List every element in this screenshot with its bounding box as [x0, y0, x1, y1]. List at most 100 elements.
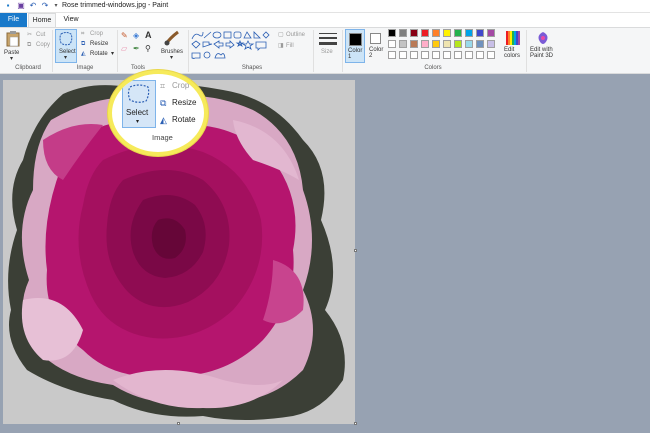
pencil-icon[interactable]: ✎ [121, 32, 128, 40]
copy-icon[interactable]: ⧉ [27, 41, 31, 49]
palette-swatch[interactable] [388, 40, 396, 48]
palette-swatch[interactable] [432, 29, 440, 37]
magnifier-icon[interactable]: ⚲ [145, 45, 151, 53]
palette-swatch[interactable] [465, 40, 473, 48]
crop-icon[interactable]: ⌗ [81, 30, 84, 38]
color-picker-icon[interactable]: ✒ [133, 45, 140, 53]
palette-swatch[interactable] [421, 29, 429, 37]
cut-label[interactable]: Cut [36, 31, 45, 39]
palette-swatch[interactable] [487, 29, 495, 37]
palette-swatch[interactable] [421, 40, 429, 48]
palette-swatch[interactable] [399, 40, 407, 48]
divider [52, 30, 53, 72]
palette-swatch[interactable] [399, 29, 407, 37]
palette-swatch[interactable] [465, 51, 473, 59]
fill-shape-icon: ◨ [278, 43, 284, 49]
palette-swatch[interactable] [388, 51, 396, 59]
select-icon [127, 84, 150, 103]
shapes-gallery[interactable] [191, 31, 275, 59]
divider [342, 30, 343, 72]
undo-icon[interactable]: ↶ [28, 1, 38, 11]
palette-swatch[interactable] [399, 51, 407, 59]
select-label: Select [59, 49, 76, 55]
eraser-icon[interactable]: ▱ [121, 45, 127, 53]
palette-swatch[interactable] [454, 51, 462, 59]
chevron-down-icon: ▾ [10, 56, 14, 62]
paint-app-icon: ▪ [6, 1, 10, 10]
select-label-zoomed: Select [126, 108, 149, 117]
palette-swatch[interactable] [432, 51, 440, 59]
edit-with-paint3d-label: Edit with Paint 3D [530, 47, 554, 59]
palette-swatch[interactable] [476, 29, 484, 37]
rotate-label[interactable]: Rotate [90, 50, 108, 58]
brushes-button[interactable]: Brushes ▾ [160, 29, 186, 63]
ribbon-tabs: File Home View [0, 13, 650, 27]
resize-label-zoomed: Resize [172, 98, 197, 107]
color2-button[interactable]: Color 2 [367, 29, 385, 63]
chevron-down-icon[interactable]: ▾ [111, 50, 114, 58]
zoom-callout: Select ▾ ⌗ Crop ⧉ Resize ◭ Rotate Image [108, 70, 208, 156]
tab-view[interactable]: View [58, 13, 84, 27]
palette-swatch[interactable] [454, 40, 462, 48]
outline-icon: ▢ [278, 32, 284, 38]
rotate-label-zoomed: Rotate [172, 115, 196, 124]
rotate-icon[interactable]: ◭ [81, 50, 86, 58]
text-icon[interactable]: A [145, 31, 152, 40]
edit-with-paint3d-button[interactable]: Edit with Paint 3D [529, 29, 557, 63]
resize-icon[interactable]: ⧉ [81, 40, 85, 48]
resize-handle[interactable] [354, 249, 357, 252]
clipboard-group-label: Clipboard [15, 65, 41, 71]
resize-handle[interactable] [354, 422, 357, 425]
palette-swatch[interactable] [476, 40, 484, 48]
palette-swatch[interactable] [410, 29, 418, 37]
resize-handle[interactable] [177, 422, 180, 425]
palette-swatch[interactable] [465, 29, 473, 37]
fill-icon[interactable]: ◈ [133, 32, 139, 40]
palette-swatch[interactable] [487, 51, 495, 59]
palette-swatch[interactable] [443, 40, 451, 48]
resize-icon: ⧉ [160, 98, 167, 108]
crop-icon: ⌗ [160, 81, 166, 91]
image-group-label: Image [76, 65, 94, 71]
crop-label[interactable]: Crop [90, 30, 103, 38]
palette-swatch[interactable] [454, 29, 462, 37]
resize-label[interactable]: Resize [90, 40, 108, 48]
select-icon [59, 32, 73, 46]
crop-label-zoomed: Crop [172, 81, 190, 90]
color-palette[interactable] [388, 29, 500, 62]
save-icon[interactable]: ▣ [16, 1, 26, 11]
palette-swatch[interactable] [421, 51, 429, 59]
paint3d-icon [538, 32, 548, 44]
tools-group-label: Tools [130, 65, 145, 71]
rainbow-icon [506, 31, 520, 45]
fill-label[interactable]: Fill [286, 42, 294, 50]
select-button-zoomed: Select ▾ [122, 80, 156, 128]
palette-swatch[interactable] [443, 29, 451, 37]
palette-swatch[interactable] [443, 51, 451, 59]
palette-swatch[interactable] [476, 51, 484, 59]
palette-swatch[interactable] [410, 40, 418, 48]
divider [117, 30, 118, 72]
color1-label: Color 1 [348, 48, 363, 60]
color1-swatch [349, 33, 362, 46]
scissors-icon[interactable]: ✂ [27, 31, 32, 39]
customize-icon[interactable]: ▾ [51, 1, 61, 11]
palette-swatch[interactable] [432, 40, 440, 48]
chevron-down-icon: ▾ [136, 119, 140, 125]
tab-home[interactable]: Home [28, 13, 56, 27]
tab-file[interactable]: File [0, 13, 27, 27]
palette-swatch[interactable] [487, 40, 495, 48]
edit-colors-label: Edit colors [504, 47, 521, 59]
select-button[interactable]: Select ▾ [55, 29, 77, 63]
chevron-down-icon: ▾ [64, 55, 68, 61]
shapes-group-label: Shapes [241, 65, 263, 71]
palette-swatch[interactable] [410, 51, 418, 59]
color1-button[interactable]: Color 1 [345, 29, 365, 63]
size-button[interactable]: Size [316, 29, 340, 63]
edit-colors-button[interactable]: Edit colors [503, 29, 523, 63]
palette-swatch[interactable] [388, 29, 396, 37]
copy-label[interactable]: Copy [36, 41, 50, 49]
paste-button[interactable]: Paste ▾ [3, 30, 23, 62]
redo-icon[interactable]: ↷ [40, 1, 50, 11]
outline-label[interactable]: Outline [286, 31, 305, 39]
